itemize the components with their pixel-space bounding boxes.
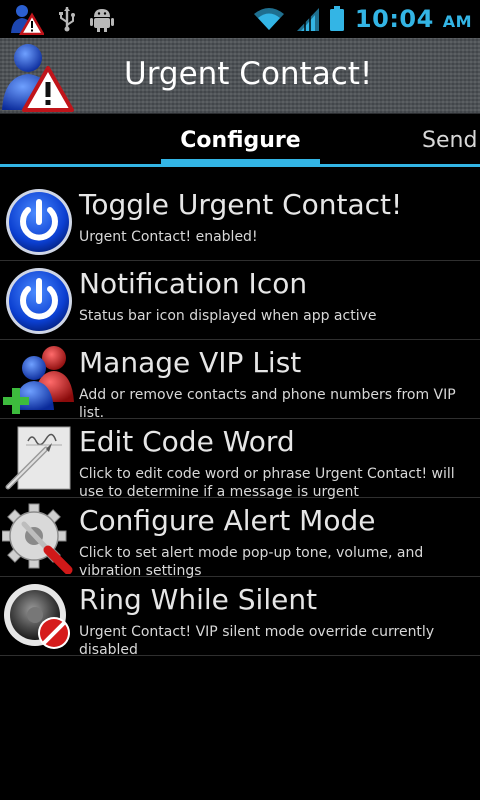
wifi-icon — [253, 8, 284, 30]
signature-pen-icon — [5, 426, 71, 490]
setting-subtitle: Status bar icon displayed when app activ… — [79, 308, 377, 324]
setting-subtitle: Urgent Contact! enabled! — [79, 229, 258, 245]
power-button-icon — [6, 268, 72, 334]
clock: 10:04 AM — [354, 5, 472, 33]
setting-title: Manage VIP List — [79, 346, 302, 379]
tab-configure[interactable]: Configure — [161, 128, 320, 153]
settings-list: Toggle Urgent Contact! Urgent Contact! e… — [0, 182, 480, 658]
setting-notification-icon[interactable]: Notification Icon Status bar icon displa… — [0, 261, 480, 340]
power-button-icon — [6, 189, 72, 255]
android-debug-icon — [90, 9, 114, 32]
battery-icon — [329, 6, 344, 31]
setting-title: Configure Alert Mode — [79, 504, 376, 537]
setting-subtitle: Urgent Contact! VIP silent mode override… — [79, 624, 435, 658]
setting-subtitle: Click to edit code word or phrase Urgent… — [79, 466, 455, 500]
setting-subtitle: Add or remove contacts and phone numbers… — [79, 387, 456, 421]
app-logo-icon — [2, 44, 74, 112]
setting-toggle-urgent-contact[interactable]: Toggle Urgent Contact! Urgent Contact! e… — [0, 182, 480, 261]
setting-ring-while-silent[interactable]: Ring While Silent Urgent Contact! VIP si… — [0, 577, 480, 658]
setting-title: Notification Icon — [79, 267, 308, 300]
setting-subtitle: Click to set alert mode pop-up tone, vol… — [79, 545, 424, 579]
setting-title: Edit Code Word — [79, 425, 295, 458]
tab-bar: Configure Send — [0, 114, 480, 168]
tab-selected-indicator — [161, 159, 320, 166]
usb-icon — [59, 7, 75, 32]
setting-configure-alert-mode[interactable]: Configure Alert Mode Click to set alert … — [0, 498, 480, 579]
setting-title: Toggle Urgent Contact! — [79, 188, 403, 221]
title-bar: Urgent Contact! — [0, 38, 480, 114]
status-bar: 10:04 AM — [0, 0, 480, 38]
setting-manage-vip-list[interactable]: Manage VIP List Add or remove contacts a… — [0, 340, 480, 421]
app-title: Urgent Contact! — [124, 56, 373, 92]
tab-send[interactable]: Send — [422, 128, 477, 153]
urgent-contact-notification-icon — [11, 5, 44, 35]
speaker-muted-icon — [4, 584, 70, 649]
setting-title: Ring While Silent — [79, 583, 318, 616]
setting-edit-code-word[interactable]: Edit Code Word Click to edit code word o… — [0, 419, 480, 500]
signal-icon — [296, 8, 319, 31]
vip-contacts-add-icon — [3, 346, 74, 414]
gear-wrench-icon — [2, 503, 73, 574]
